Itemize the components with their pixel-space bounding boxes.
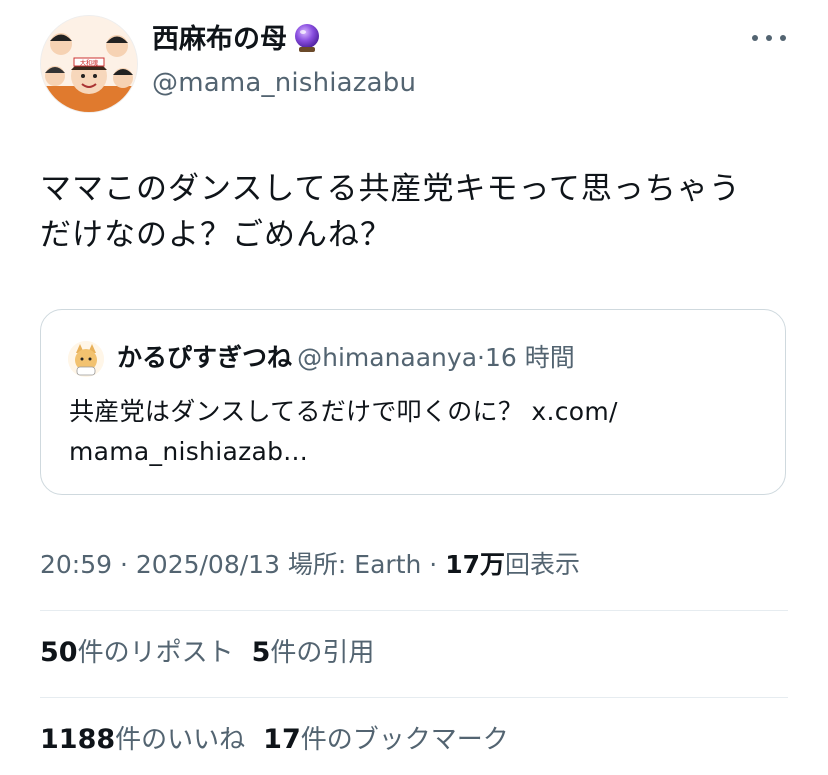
tweet-date[interactable]: 2025/08/13: [136, 550, 280, 579]
quotes-stat[interactable]: 5件の引用: [252, 635, 375, 671]
quotes-count: 5: [251, 637, 271, 668]
quoted-tweet-card[interactable]: かるぴすぎつね @himanaanya·16 時間 共産党はダンスしてるだけで叩…: [40, 309, 786, 495]
reposts-count: 50: [40, 637, 78, 668]
likes-label: 件のいいね: [115, 725, 246, 755]
quoted-tweet-time: 16 時間: [484, 343, 575, 372]
tweet-text-line: ママこのダンスしてる共産党キモって思っちゃう: [40, 171, 741, 207]
author-name-text: 西麻布の母: [152, 24, 287, 55]
views-count: 17万: [445, 550, 505, 579]
more-dot: [766, 35, 772, 41]
reposts-label: 件のリポスト: [77, 638, 234, 668]
quoted-author-avatar: [68, 341, 104, 377]
divider: [40, 697, 788, 698]
separator-dot: ·: [477, 343, 485, 372]
likes-count: 1188: [40, 724, 116, 755]
quoted-text-line: mama_nishiazab...: [69, 437, 309, 466]
more-icon[interactable]: [752, 28, 786, 48]
crystal-ball-icon: [293, 23, 321, 63]
engagement-row-2: 1188件のいいね 17件のブックマーク: [40, 722, 527, 758]
reposts-stat[interactable]: 50件のリポスト: [40, 635, 234, 671]
avatar-illustration: 大和魂: [41, 16, 137, 112]
likes-stat[interactable]: 1188件のいいね: [40, 722, 245, 758]
quoted-author-handle: @himanaanya: [297, 343, 478, 372]
separator-dot: ·: [421, 550, 446, 579]
more-dot: [780, 35, 786, 41]
views-label: 回表示: [504, 550, 580, 579]
bookmarks-label: 件のブックマーク: [300, 725, 509, 755]
bookmarks-stat[interactable]: 17件のブックマーク: [263, 722, 509, 758]
tweet-text-line: だけなのよ？ごめんね？: [40, 217, 392, 253]
bookmarks-count: 17: [263, 724, 301, 755]
tweet-text: ママこのダンスしてる共産党キモって思っちゃう だけなのよ？ごめんね？: [40, 166, 800, 258]
author-handle[interactable]: @mama_nishiazabu: [152, 66, 416, 100]
tweet-time[interactable]: 20:59: [40, 550, 112, 579]
quotes-label: 件の引用: [270, 638, 375, 668]
tweet-location: 場所: Earth: [279, 550, 422, 579]
quoted-tweet-header: かるぴすぎつね @himanaanya·16 時間: [117, 340, 575, 379]
author-display-name[interactable]: 西麻布の母: [152, 22, 321, 63]
author-avatar[interactable]: 大和魂: [40, 15, 138, 113]
engagement-row-1: 50件のリポスト 5件の引用: [40, 635, 392, 671]
quoted-tweet-text: 共産党はダンスしてるだけで叩くのに？ x.com/ mama_nishiazab…: [69, 392, 759, 472]
quoted-author-name: かるぴすぎつね: [117, 343, 293, 372]
divider: [40, 610, 788, 611]
tweet-meta: 20:59 · 2025/08/13 場所: Earth · 17万回表示: [40, 548, 580, 582]
avatar-banner-text: 大和魂: [80, 59, 98, 67]
separator-dot: ·: [112, 550, 136, 579]
quoted-text-line: 共産党はダンスしてるだけで叩くのに？ x.com/: [69, 397, 618, 426]
more-dot: [752, 35, 758, 41]
